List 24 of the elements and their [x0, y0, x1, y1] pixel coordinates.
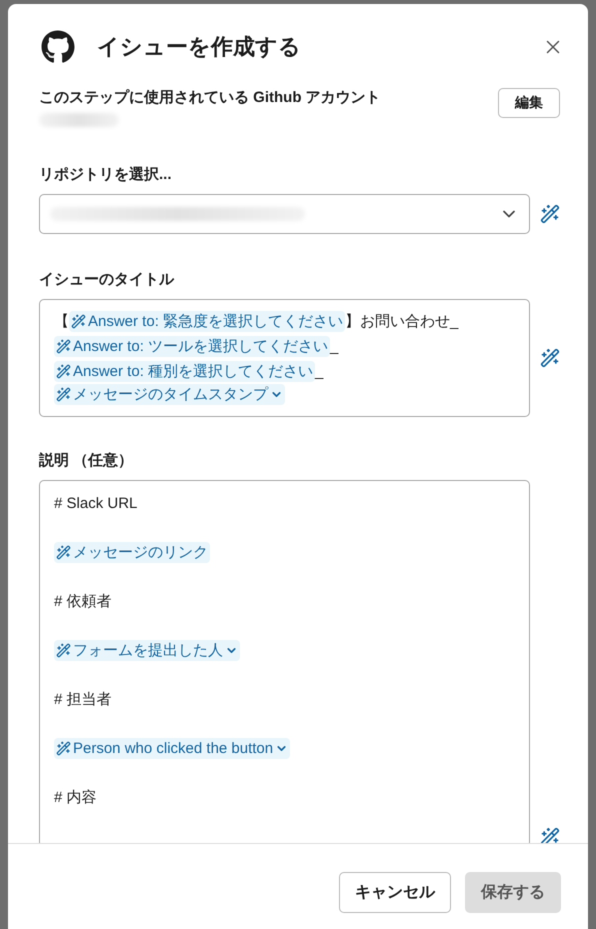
field-text: 】お問い合わせ_: [345, 312, 458, 332]
variable-token[interactable]: メッセージのリンク: [54, 542, 210, 563]
title-field[interactable]: 【 Answer to: 緊急度を選択してください】お問い合わせ_ Answer to: ツールを選択してください_ Answer to: 種別を選択してください_ メッセージのタイムスタンプ: [39, 299, 530, 417]
variable-token[interactable]: メッセージのタイムスタンプ: [54, 384, 285, 405]
dialog-title: イシューを作成する: [97, 33, 302, 61]
field-label: リポジトリを選択...: [39, 165, 173, 184]
field-text: _: [315, 362, 324, 382]
description-field[interactable]: # Slack URL メッセージのリンク # 依頼者 フォームを提出した人 # 担当者 Person who clicked the button # 内容: [39, 480, 530, 843]
variable-token[interactable]: Answer to: 緊急度を選択してください: [69, 311, 346, 332]
variable-token[interactable]: フォームを提出した人: [54, 640, 240, 661]
field-text: _: [330, 337, 338, 357]
field-text: # 依頼者: [54, 592, 112, 612]
variable-token[interactable]: Answer to: ツールを選択してください: [54, 336, 330, 357]
field-text: # 担当者: [54, 690, 112, 710]
field-label: イシューのタイトル: [39, 270, 176, 289]
field-text: 【: [54, 312, 69, 332]
variable-token[interactable]: Person who clicked the button: [54, 738, 290, 759]
field-label: 説明 （任意）: [39, 451, 134, 470]
cancel-button[interactable]: キャンセル: [339, 872, 451, 913]
field-text: # 内容: [54, 788, 97, 808]
variable-token[interactable]: Answer to: 種別を選択してください: [54, 361, 316, 382]
edit-button[interactable]: 編集: [498, 88, 560, 118]
field-text: # Slack URL: [54, 494, 138, 514]
account-label: このステップに使用されている Github アカウント: [39, 88, 381, 107]
